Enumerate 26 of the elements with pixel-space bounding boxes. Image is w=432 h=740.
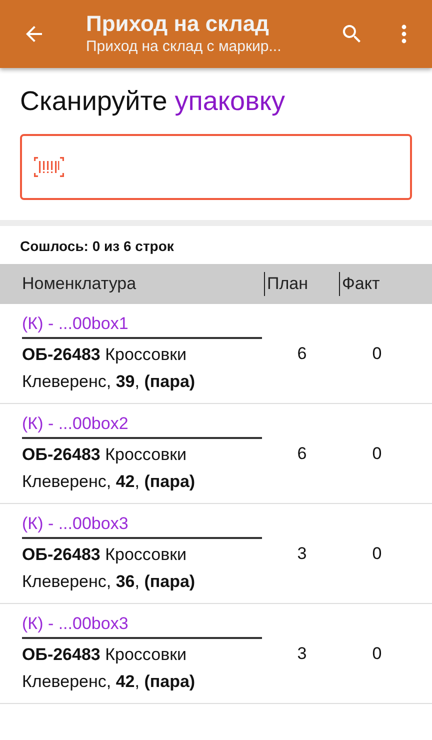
package-link[interactable]: (К) - ...00box3 xyxy=(22,512,262,538)
screen-subtitle: Приход на склад с маркир... xyxy=(86,37,282,57)
plan-cell-text: 6 xyxy=(296,444,308,464)
package-link[interactable]: (К) - ...00box1 xyxy=(22,312,262,338)
item-description: ОБ-26483 Кроссовки Клеверенс, 36, (пара) xyxy=(22,544,196,592)
fact-cell-text: 0 xyxy=(371,344,383,364)
plan-cell-text: 3 xyxy=(296,644,308,664)
item-description: ОБ-26483 Кроссовки Клеверенс, 39, (пара) xyxy=(22,344,196,392)
package-link[interactable]: (К) - ...00box2 xyxy=(22,412,262,438)
fact-cell-text: 0 xyxy=(371,644,383,664)
item-description: ОБ-26483 Кроссовки Клеверенс, 42, (пара) xyxy=(22,644,196,692)
item-description: ОБ-26483 Кроссовки Клеверенс, 42, (пара) xyxy=(22,444,196,492)
package-link[interactable]: (К) - ...00box3 xyxy=(22,612,262,638)
match-summary: Сошлось: 0 из 6 строк xyxy=(19,237,175,256)
scan-prompt: Сканируйте упаковку xyxy=(19,85,286,118)
fact-cell-text: 0 xyxy=(371,544,383,564)
column-header: План xyxy=(264,272,339,296)
fact-cell-text: 0 xyxy=(371,444,383,464)
more-options-icon[interactable] xyxy=(400,22,408,46)
barcode-icon xyxy=(34,157,64,177)
column-header: Факт xyxy=(339,272,412,296)
plan-cell-text: 6 xyxy=(296,344,308,364)
column-header: Номенклатура xyxy=(21,274,138,294)
scan-field[interactable] xyxy=(20,134,412,200)
screen-title: Приход на склад xyxy=(86,11,270,37)
plan-cell-text: 3 xyxy=(296,544,308,564)
